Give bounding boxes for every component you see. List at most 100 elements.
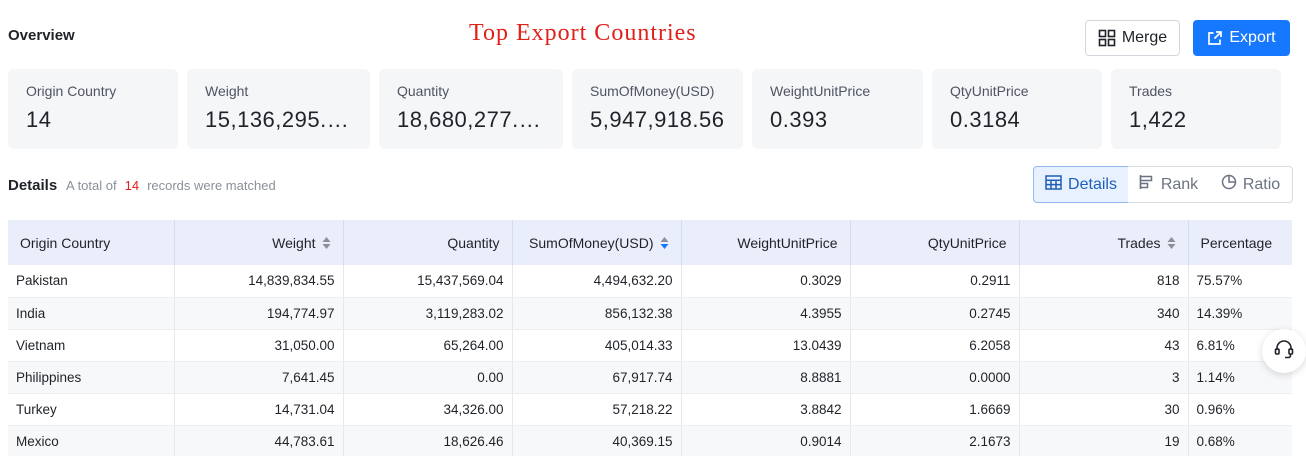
card-trades: Trades 1,422 (1111, 69, 1281, 149)
cell-weight: 7,641.45 (174, 361, 344, 394)
cell-qty-unit-price: 0.0000 (850, 361, 1020, 394)
cell-origin-country: India (8, 297, 175, 330)
card-label: Weight (205, 83, 249, 99)
records-prefix: A total of (66, 178, 117, 193)
tab-details[interactable]: Details (1033, 166, 1129, 203)
cell-sum-of-money: 67,917.74 (512, 361, 682, 394)
merge-icon (1098, 29, 1116, 47)
cell-sum-of-money: 57,218.22 (512, 393, 682, 426)
cell-trades: 30 (1019, 393, 1189, 426)
merge-button[interactable]: Merge (1085, 20, 1180, 56)
cell-weight-unit-price: 4.3955 (681, 297, 851, 330)
table-row[interactable]: India 194,774.97 3,119,283.02 856,132.38… (8, 297, 1292, 330)
tab-details-label: Details (1068, 175, 1117, 193)
table-row[interactable]: Philippines 7,641.45 0.00 67,917.74 8.88… (8, 361, 1292, 394)
bar-chart-icon (1139, 174, 1155, 195)
export-label: Export (1229, 29, 1276, 46)
card-sum-of-money: SumOfMoney(USD) 5,947,918.56 (572, 69, 743, 149)
cell-qty-unit-price: 0.2745 (850, 297, 1020, 330)
cell-origin-country: Vietnam (8, 329, 175, 362)
sort-icon[interactable] (1167, 236, 1176, 250)
table-row[interactable]: Mexico 44,783.61 18,626.46 40,369.15 0.9… (8, 425, 1292, 456)
table-row[interactable]: Turkey 14,731.04 34,326.00 57,218.22 3.8… (8, 393, 1292, 426)
card-qty-unit-price: QtyUnitPrice 0.3184 (932, 69, 1102, 149)
card-label: WeightUnitPrice (770, 83, 871, 99)
card-value: 1,422 (1129, 107, 1187, 132)
card-label: Trades (1129, 83, 1173, 99)
cell-percentage: 75.57% (1188, 265, 1292, 298)
tab-ratio-label: Ratio (1242, 175, 1281, 193)
cell-origin-country: Philippines (8, 361, 175, 394)
details-title: Details (8, 177, 58, 194)
cell-trades: 340 (1019, 297, 1189, 330)
cell-sum-of-money: 4,494,632.20 (512, 265, 682, 298)
card-value: 0.393 (770, 107, 828, 132)
cell-trades: 19 (1019, 425, 1189, 456)
cell-sum-of-money: 856,132.38 (512, 297, 682, 330)
sort-icon[interactable] (660, 236, 669, 250)
cell-weight-unit-price: 13.0439 (681, 329, 851, 362)
column-header-qty-unit-price[interactable]: QtyUnitPrice (850, 220, 1020, 265)
card-label: SumOfMoney(USD) (590, 83, 715, 99)
card-value: 14 (26, 107, 52, 132)
merge-label: Merge (1121, 29, 1168, 46)
cell-sum-of-money: 40,369.15 (512, 425, 682, 456)
records-summary: A total of 14 records were matched (66, 178, 276, 193)
column-header-quantity[interactable]: Quantity (343, 220, 513, 265)
cell-weight: 194,774.97 (174, 297, 344, 330)
customer-support-button[interactable] (1262, 329, 1306, 373)
cell-weight-unit-price: 0.9014 (681, 425, 851, 456)
card-value: 15,136,295.… (205, 107, 350, 132)
card-quantity: Quantity 18,680,277.… (379, 69, 563, 149)
column-header-sum-of-money[interactable]: SumOfMoney(USD) (512, 220, 682, 265)
headset-icon (1273, 338, 1295, 365)
banner-title: Top Export Countries (469, 20, 697, 46)
card-value: 18,680,277.… (397, 107, 542, 132)
sort-icon[interactable] (322, 236, 331, 250)
card-value: 5,947,918.56 (590, 107, 725, 132)
card-label: QtyUnitPrice (950, 83, 1029, 99)
column-header-trades[interactable]: Trades (1019, 220, 1189, 265)
table-row[interactable]: Vietnam 31,050.00 65,264.00 405,014.33 1… (8, 329, 1292, 362)
column-header-weight-unit-price[interactable]: WeightUnitPrice (681, 220, 851, 265)
cell-weight: 31,050.00 (174, 329, 344, 362)
cell-weight-unit-price: 8.8881 (681, 361, 851, 394)
card-label: Origin Country (26, 83, 117, 99)
cell-weight: 44,783.61 (174, 425, 344, 456)
column-header-percentage[interactable]: Percentage (1188, 220, 1292, 265)
table-row[interactable]: Pakistan 14,839,834.55 15,437,569.04 4,4… (8, 265, 1292, 298)
pie-chart-icon (1221, 174, 1237, 195)
records-count: 14 (124, 178, 140, 193)
cell-weight: 14,731.04 (174, 393, 344, 426)
card-value: 0.3184 (950, 107, 1021, 132)
cell-quantity: 15,437,569.04 (343, 265, 513, 298)
details-table: Origin Country Weight Quantity SumOfMone… (8, 220, 1292, 456)
cell-weight-unit-price: 3.8842 (681, 393, 851, 426)
cell-trades: 818 (1019, 265, 1189, 298)
cell-quantity: 0.00 (343, 361, 513, 394)
cell-quantity: 65,264.00 (343, 329, 513, 362)
tab-rank[interactable]: Rank (1128, 166, 1210, 203)
cell-origin-country: Pakistan (8, 265, 175, 298)
table-header-row: Origin Country Weight Quantity SumOfMone… (8, 220, 1292, 265)
cell-weight: 14,839,834.55 (174, 265, 344, 298)
cell-quantity: 34,326.00 (343, 393, 513, 426)
cell-quantity: 3,119,283.02 (343, 297, 513, 330)
cell-qty-unit-price: 0.2911 (850, 265, 1020, 298)
cell-qty-unit-price: 2.1673 (850, 425, 1020, 456)
tab-rank-label: Rank (1160, 175, 1199, 193)
tab-ratio[interactable]: Ratio (1209, 166, 1293, 203)
column-header-origin-country[interactable]: Origin Country (8, 220, 175, 265)
table-icon (1045, 174, 1062, 195)
cell-sum-of-money: 405,014.33 (512, 329, 682, 362)
cell-weight-unit-price: 0.3029 (681, 265, 851, 298)
overview-title: Overview (8, 27, 75, 44)
column-header-weight[interactable]: Weight (174, 220, 344, 265)
records-suffix: records were matched (147, 178, 276, 193)
cell-percentage: 14.39% (1188, 297, 1292, 330)
export-button[interactable]: Export (1193, 20, 1290, 56)
cell-origin-country: Turkey (8, 393, 175, 426)
cell-qty-unit-price: 6.2058 (850, 329, 1020, 362)
cell-origin-country: Mexico (8, 425, 175, 456)
cell-trades: 43 (1019, 329, 1189, 362)
